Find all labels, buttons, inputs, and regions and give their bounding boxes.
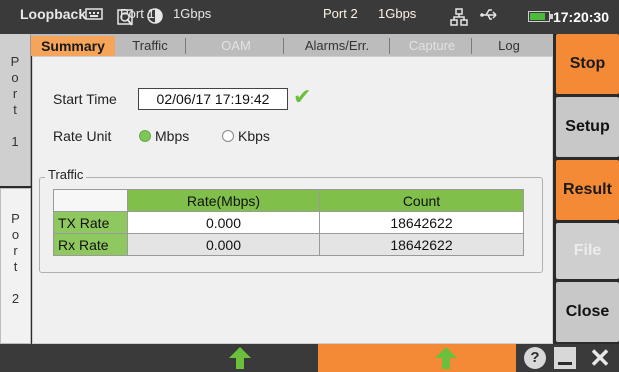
tab-divider [283,38,284,54]
table-header-row: Rate(Mbps) Count [53,189,524,212]
tab-divider [471,38,472,54]
port2-status[interactable] [318,344,516,372]
check-icon: ✔ [293,84,312,109]
battery-icon [528,11,553,22]
stop-button[interactable]: Stop [556,34,619,94]
radio-mbps[interactable] [139,130,151,142]
port2-status-label: Port 2 [323,6,358,21]
tab-summary[interactable]: Summary [31,36,115,56]
traffic-table: Rate(Mbps) Count TX Rate 0.000 18642622 … [53,189,524,256]
tab-traffic[interactable]: Traffic [115,36,185,56]
status-bar: 17:20:30 [0,0,619,34]
close-icon[interactable]: ✕ [585,345,615,371]
port2-link-up-icon [434,346,458,372]
keyboard-icon[interactable] [84,7,104,27]
table-row: TX Rate 0.000 18642622 [53,211,524,234]
radio-kbps-label[interactable]: Kbps [238,127,270,145]
tab-bar: Summary Traffic OAM Alarms/Err. Capture … [31,34,553,56]
traffic-group-label: Traffic [45,167,87,182]
minimize-button[interactable] [554,347,576,369]
port2-speed: 1Gbps [378,6,417,21]
clock: 17:20:30 [552,9,609,25]
rate-unit-label: Rate Unit [53,128,112,144]
table-header-rate: Rate(Mbps) [127,189,320,212]
usb-icon [478,7,500,27]
tab-oam[interactable]: OAM [191,36,281,56]
port1-speed: 1Gbps [173,6,212,21]
tab-divider [389,38,390,54]
radio-mbps-label[interactable]: Mbps [155,127,189,145]
table-header-count: Count [319,189,524,212]
rx-rate-value: 0.000 [127,233,320,256]
file-button[interactable]: File [556,223,619,279]
port-2-tab[interactable]: P o r t 2 [0,188,31,344]
start-time-label: Start Time [53,91,117,107]
tx-rate-value: 0.000 [127,211,320,234]
tab-divider [185,38,186,54]
port-1-tab[interactable]: P o r t 1 [0,34,31,186]
port1-status-label: Port 1 [120,6,155,21]
tab-alarms[interactable]: Alarms/Err. [287,36,387,56]
rx-count-value: 18642622 [319,233,524,256]
help-button[interactable]: ? [524,347,546,369]
radio-kbps[interactable] [222,130,234,142]
tx-count-value: 18642622 [319,211,524,234]
row-label-tx: TX Rate [53,211,128,234]
close-button[interactable]: Close [556,282,619,342]
table-row: Rx Rate 0.000 18642622 [53,233,524,256]
network-icon [448,7,470,27]
minimize-icon [558,362,572,365]
mode-label: Loopback [20,6,87,22]
setup-button[interactable]: Setup [556,97,619,157]
result-button[interactable]: Result [556,160,619,220]
tab-capture[interactable]: Capture [393,36,471,56]
port1-link-up-icon [228,346,252,372]
summary-panel: Start Time 02/06/17 17:19:42 ✔ Rate Unit… [32,56,553,344]
tab-log[interactable]: Log [475,36,543,56]
row-label-rx: Rx Rate [53,233,128,256]
table-header-corner [53,189,128,212]
start-time-value: 02/06/17 17:19:42 [138,88,288,110]
